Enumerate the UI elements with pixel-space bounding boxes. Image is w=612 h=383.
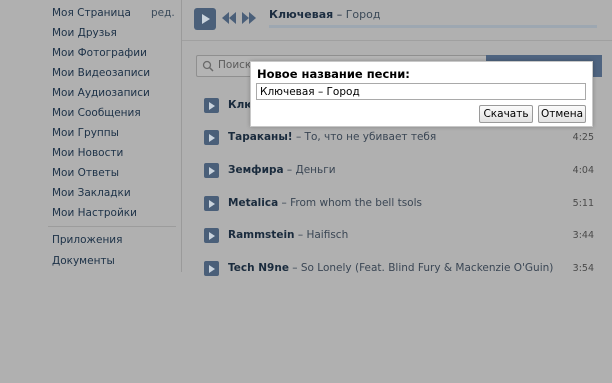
song-name-input[interactable] [256, 83, 586, 100]
sidebar-item-groups[interactable]: Мои Группы [52, 126, 119, 140]
track-row[interactable]: Metalica – From whom the bell tsols 5:11 [204, 196, 602, 216]
track-separator: – [278, 197, 291, 209]
track-duration: 5:11 [572, 198, 594, 209]
sidebar-item-friends[interactable]: Мои Друзья [52, 26, 117, 40]
next-track-icon[interactable] [242, 12, 256, 24]
download-button[interactable]: Скачать [479, 105, 533, 123]
now-playing-title: Город [345, 8, 381, 21]
track-duration: 4:04 [572, 165, 594, 176]
now-playing: Ключевая – Город [269, 8, 380, 21]
sidebar-item-photos[interactable]: Мои Фотографии [52, 46, 147, 60]
track-separator: – [288, 262, 301, 274]
track-artist: Земфира [228, 164, 284, 176]
track-play-icon[interactable] [204, 196, 219, 211]
track-row[interactable]: Rammstein – Haifisch 3:44 [204, 228, 602, 248]
sidebar-item-documents[interactable]: Документы [52, 254, 115, 268]
track-duration: 3:44 [572, 230, 594, 241]
track-title: То, что не убивает тебя [304, 131, 437, 143]
cancel-button[interactable]: Отмена [538, 105, 586, 123]
header-divider [182, 40, 612, 41]
rename-dialog: Новое название песни: Скачать Отмена [250, 61, 593, 127]
progress-bar[interactable] [269, 25, 597, 28]
track-play-icon[interactable] [204, 130, 219, 145]
edit-link[interactable]: ред. [151, 6, 175, 20]
track-artist: Rammstein [228, 229, 295, 241]
sidebar-item-videos[interactable]: Мои Видеозаписи [52, 66, 150, 80]
now-playing-separator: – [333, 8, 346, 21]
track-play-icon[interactable] [204, 98, 219, 113]
track-title: Haifisch [306, 229, 349, 241]
track-name: Tech N9ne – So Lonely (Feat. Blind Fury … [228, 261, 553, 276]
track-name: Rammstein – Haifisch [228, 228, 348, 243]
track-name: Тараканы! – То, что не убивает тебя [228, 130, 436, 145]
track-artist: Metalica [228, 197, 279, 209]
track-separator: – [283, 164, 296, 176]
track-artist: Тараканы! [228, 131, 293, 143]
track-name: Metalica – From whom the bell tsols [228, 196, 422, 211]
track-title: So Lonely (Feat. Blind Fury & Mackenzie … [300, 262, 554, 274]
track-row[interactable]: Тараканы! – То, что не убивает тебя 4:25 [204, 130, 602, 150]
search-placeholder: Поиск [218, 59, 252, 71]
track-row[interactable]: Tech N9ne – So Lonely (Feat. Blind Fury … [204, 261, 602, 281]
track-play-icon[interactable] [204, 228, 219, 243]
sidebar-item-answers[interactable]: Мои Ответы [52, 166, 119, 180]
search-icon [202, 60, 214, 72]
now-playing-artist: Ключевая [269, 8, 334, 21]
track-name: Земфира – Деньги [228, 163, 336, 178]
sidebar-item-audio[interactable]: Мои Аудиозаписи [52, 86, 150, 100]
page: Моя Страница ред. Мои Друзья Мои Фотогра… [0, 0, 612, 383]
track-artist: Tech N9ne [228, 262, 289, 274]
track-title: Деньги [295, 164, 336, 176]
sidebar-item-news[interactable]: Мои Новости [52, 146, 123, 160]
sidebar-item-my-page[interactable]: Моя Страница [52, 6, 131, 20]
sidebar-item-messages[interactable]: Мои Сообщения [52, 106, 141, 120]
play-button[interactable] [194, 8, 216, 30]
track-play-icon[interactable] [204, 261, 219, 276]
dialog-title: Новое название песни: [257, 67, 410, 81]
previous-track-icon[interactable] [222, 12, 236, 24]
sidebar-item-apps[interactable]: Приложения [52, 233, 122, 247]
track-duration: 3:54 [572, 263, 594, 274]
track-row[interactable]: Земфира – Деньги 4:04 [204, 163, 602, 183]
track-separator: – [294, 229, 307, 241]
track-separator: – [292, 131, 305, 143]
sidebar-divider [48, 226, 176, 227]
sidebar-item-bookmarks[interactable]: Мои Закладки [52, 186, 131, 200]
sidebar: Моя Страница ред. Мои Друзья Мои Фотогра… [0, 0, 182, 383]
track-duration: 4:25 [572, 132, 594, 143]
track-title: From whom the bell tsols [290, 197, 422, 209]
track-play-icon[interactable] [204, 163, 219, 178]
sidebar-item-settings[interactable]: Мои Настройки [52, 206, 137, 220]
